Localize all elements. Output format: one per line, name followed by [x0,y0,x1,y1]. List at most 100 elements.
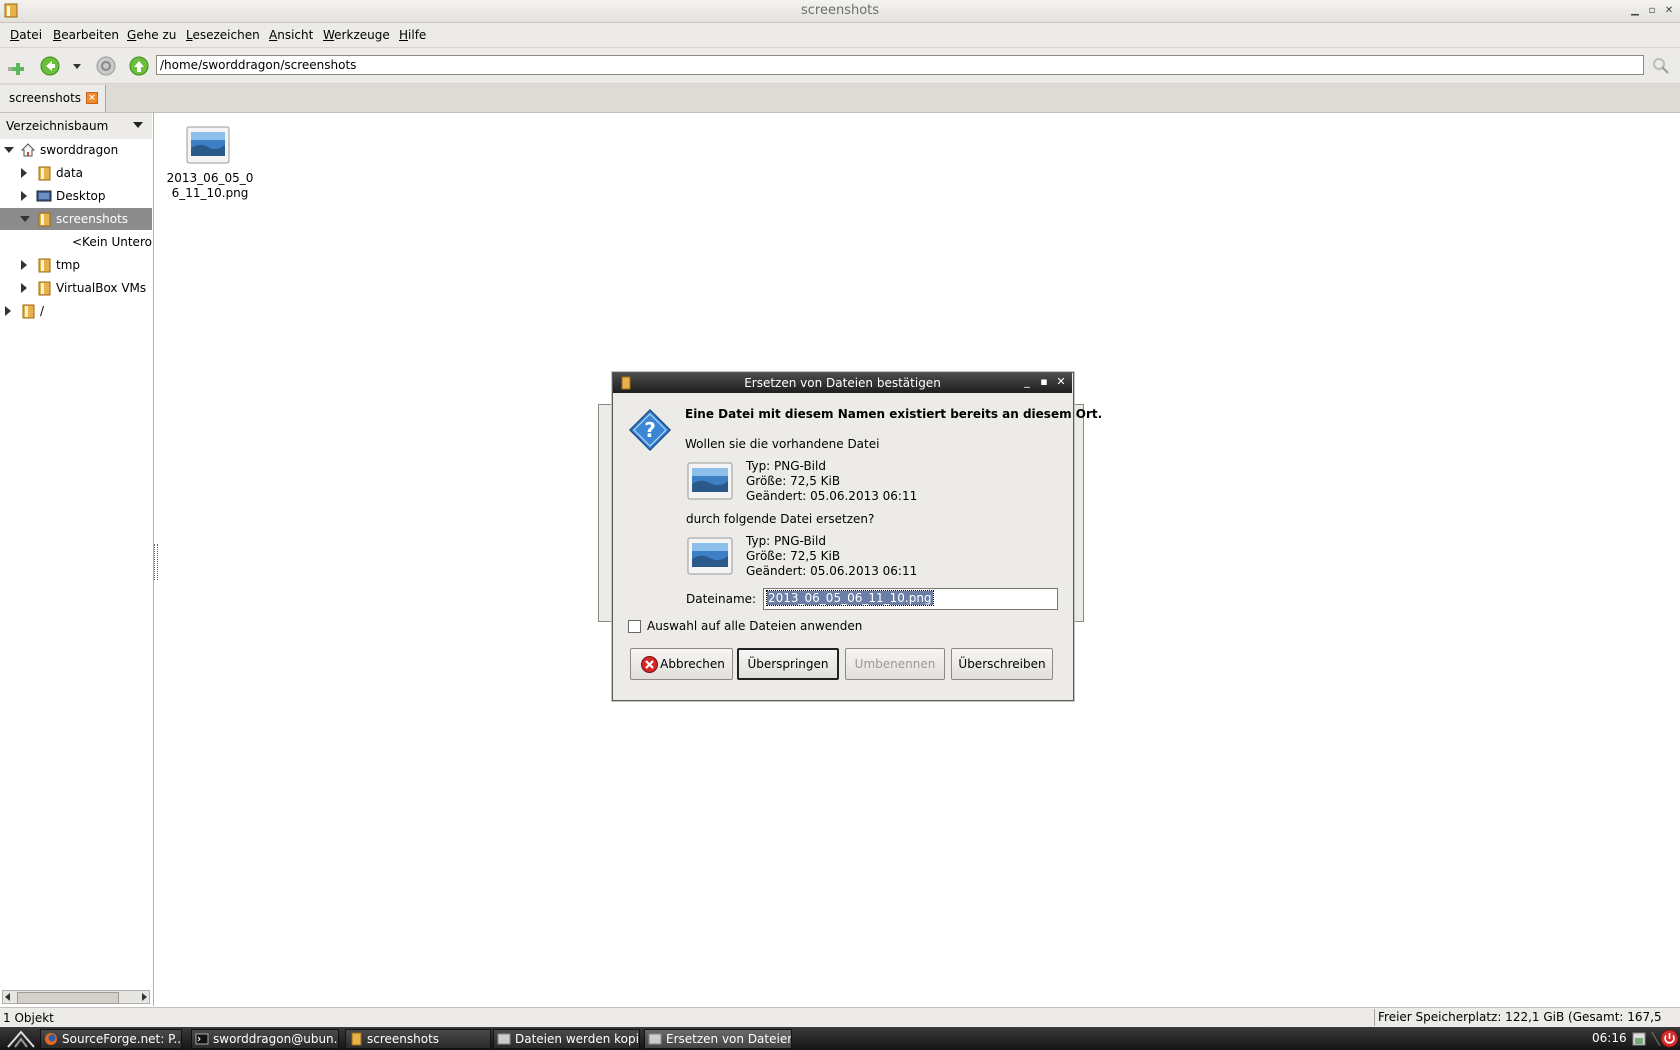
start-menu-icon[interactable] [6,1029,36,1049]
firefox-icon [45,1033,57,1045]
dialog-question-2: durch folgende Datei ersetzen? [686,512,875,526]
tab-strip [0,84,1680,113]
dialog-titlebar: Ersetzen von Dateien bestätigen _ ▪ ✕ [613,373,1072,393]
tree-item-label: / [40,304,45,318]
side-pane-scrollbar[interactable] [2,990,150,1004]
tree-item-desktop[interactable]: Desktop [0,185,152,207]
replacement-image-icon [687,537,733,575]
tree-item-label: VirtualBox VMs [56,281,147,295]
menu-ansicht[interactable]: Ansicht [269,28,313,42]
window-icon [497,1033,511,1045]
dialog-heading: Eine Datei mit diesem Namen existiert be… [685,407,1103,421]
folder-icon [38,281,51,296]
filename-value: 2013_06_05_06_11_10.png [766,590,934,606]
battery-icon[interactable] [1630,1030,1648,1048]
menu-datei[interactable]: Datei [10,28,42,42]
existing-image-icon [687,462,733,500]
rename-button[interactable]: Umbenennen [845,648,945,680]
task-copy-progress[interactable]: Dateien werden kopiert [493,1029,640,1049]
overwrite-button[interactable]: Überschreiben [951,648,1053,680]
question-icon: ? [628,408,672,452]
activity-indicator-icon [1653,58,1669,74]
menubar: Datei Bearbeiten Gehe zu Lesezeichen Ans… [0,23,1680,48]
image-file-icon [186,126,230,164]
menu-hilfe[interactable]: Hilfe [399,28,426,42]
expander-open-icon[interactable] [20,216,30,222]
dialog-question-1: Wollen sie die vorhandene Datei [685,437,880,451]
skip-button[interactable]: Überspringen [737,648,839,680]
close-icon[interactable]: ✕ [1055,375,1067,388]
window-icon [648,1033,662,1045]
apply-all-checkbox[interactable] [628,620,641,633]
home-icon [20,143,36,157]
tree-item-root[interactable]: / [0,300,152,322]
expander-closed-icon[interactable] [5,306,11,316]
tree-item-label: screenshots [56,212,129,226]
cancel-button[interactable]: Abbrechen [630,648,733,680]
up-icon[interactable] [128,55,150,77]
folder-icon [38,166,51,181]
tree-item-screenshots[interactable]: screenshots [0,208,152,230]
tree-item-label: tmp [56,258,81,272]
folder-icon [38,258,51,273]
tab-screenshots[interactable]: screenshots × [0,85,106,112]
expander-open-icon[interactable] [4,147,14,153]
close-icon[interactable]: ✕ [1662,4,1676,18]
tree-item-label: data [56,166,84,180]
tree-item-tmp[interactable]: tmp [0,254,152,276]
filename-input[interactable]: 2013_06_05_06_11_10.png [763,588,1058,610]
tab-close-icon[interactable]: × [86,92,98,104]
tree-item-label: Desktop [56,189,106,203]
side-pane-selector[interactable]: Verzeichnisbaum [0,113,152,139]
folder-icon [22,304,35,319]
tab-label: screenshots [9,91,82,105]
scroll-right-icon[interactable] [142,993,147,1001]
expander-closed-icon[interactable] [21,191,27,201]
maximize-icon[interactable]: ▪ [1038,375,1050,388]
back-icon[interactable] [39,55,61,77]
task-sourceforge[interactable]: SourceForge.net: P... [40,1029,182,1049]
task-screenshots[interactable]: screenshots [345,1029,491,1049]
menu-gehe-zu[interactable]: Gehe zu [127,28,176,42]
history-dropdown-icon[interactable] [66,55,88,77]
file-name: 2013_06_05_0 6_11_10.png [166,171,254,200]
expander-closed-icon[interactable] [21,168,27,178]
tree-item-data[interactable]: data [0,162,152,184]
window-titlebar: screenshots ▁ ▫ ✕ [0,0,1680,23]
svg-text:?: ? [644,418,656,442]
window-title: screenshots [800,3,880,18]
minimize-icon[interactable]: ▁ [1628,4,1642,18]
tree-item-no-subfolder: <Kein Unterordner> [0,231,152,253]
expander-closed-icon[interactable] [21,283,27,293]
existing-file-info: Typ: PNG-Bild Größe: 72,5 KiB Geändert: … [746,459,918,503]
path-input[interactable]: /home/sworddragon/screenshots [156,55,1644,75]
minimize-icon[interactable]: _ [1021,375,1033,388]
expander-closed-icon[interactable] [21,260,27,270]
apply-all-label[interactable]: Auswahl auf alle Dateien anwenden [647,619,862,633]
menu-bearbeiten[interactable]: Bearbeiten [53,28,119,42]
filename-label: Dateiname: [686,592,757,606]
menu-lesezeichen[interactable]: Lesezeichen [186,28,260,42]
folder-icon [351,1032,362,1046]
tree-item-label: <Kein Unterordner> [72,235,152,249]
forward-icon[interactable] [95,55,117,77]
file-item[interactable]: 2013_06_05_0 6_11_10.png [165,124,255,204]
maximize-icon[interactable]: ▫ [1645,4,1659,18]
tree-item-virtualbox-vms[interactable]: VirtualBox VMs [0,277,152,299]
task-replace-dialog[interactable]: Ersetzen von Dateien... [644,1029,792,1049]
power-icon[interactable] [1660,1029,1679,1048]
menu-werkzeuge[interactable]: Werkzeuge [323,28,390,42]
scrollbar-thumb[interactable] [17,992,119,1004]
scroll-left-icon[interactable] [5,993,10,1001]
clock: 06:16 [1592,1031,1627,1045]
terminal-icon [195,1033,209,1045]
task-terminal[interactable]: sworddragon@ubun... [191,1029,339,1049]
dialog-title: Ersetzen von Dateien bestätigen [744,376,941,390]
status-free-space: Freier Speicherplatz: 122,1 GiB (Gesamt:… [1374,1009,1666,1041]
side-pane-title: Verzeichnisbaum [6,119,109,133]
replacement-file-info: Typ: PNG-Bild Größe: 72,5 KiB Geändert: … [746,534,918,578]
new-tab-icon[interactable] [6,55,28,77]
status-bar: 1 Objekt Freier Speicherplatz: 122,1 GiB… [0,1007,1680,1041]
tree-item-sworddragon[interactable]: sworddragon [0,139,152,161]
tree-item-label: sworddragon [40,143,119,157]
